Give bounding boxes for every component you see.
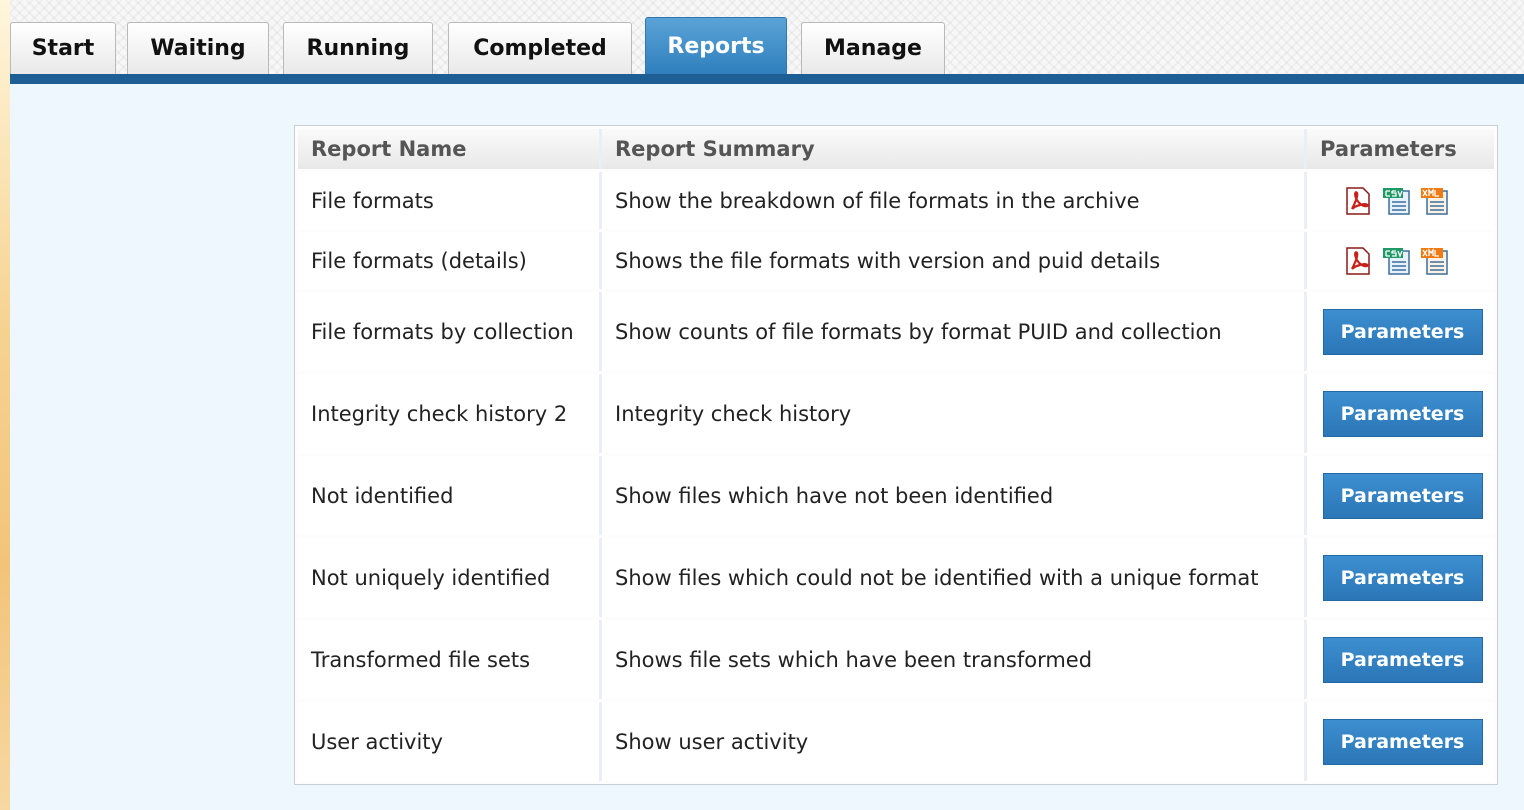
tab-start[interactable]: Start	[10, 22, 116, 74]
column-header-parameters: Parameters	[1307, 129, 1494, 169]
report-summary-cell: Shows the file formats with version and …	[602, 232, 1307, 289]
xml-icon[interactable]	[1419, 187, 1449, 215]
parameters-cell: Parameters	[1307, 538, 1494, 617]
report-name-cell[interactable]: File formats by collection	[298, 292, 602, 371]
report-summary-cell: Show files which could not be identified…	[602, 538, 1307, 617]
parameters-cell: Parameters	[1307, 456, 1494, 535]
xml-icon[interactable]	[1419, 247, 1449, 275]
reports-table: Report Name Report Summary Parameters Fi…	[294, 125, 1498, 785]
table-row: Transformed file sets Shows file sets wh…	[298, 620, 1494, 699]
report-name-cell[interactable]: Integrity check history 2	[298, 374, 602, 453]
table-row: File formats by collection Show counts o…	[298, 292, 1494, 371]
report-name-cell[interactable]: File formats (details)	[298, 232, 602, 289]
report-name-cell[interactable]: Transformed file sets	[298, 620, 602, 699]
parameters-cell: Parameters	[1307, 374, 1494, 453]
report-summary-cell: Integrity check history	[602, 374, 1307, 453]
parameters-cell	[1307, 232, 1494, 289]
table-row: Not uniquely identified Show files which…	[298, 538, 1494, 617]
background-strip	[0, 0, 10, 810]
parameters-button[interactable]: Parameters	[1322, 390, 1483, 437]
report-name-cell[interactable]: Not identified	[298, 456, 602, 535]
report-summary-cell: Shows file sets which have been transfor…	[602, 620, 1307, 699]
pdf-icon[interactable]	[1343, 246, 1373, 275]
tab-running[interactable]: Running	[283, 22, 433, 74]
report-name-cell[interactable]: Not uniquely identified	[298, 538, 602, 617]
tab-underline	[10, 74, 1524, 84]
report-summary-cell: Show user activity	[602, 702, 1307, 781]
parameters-cell: Parameters	[1307, 292, 1494, 371]
table-row: User activity Show user activity Paramet…	[298, 702, 1494, 781]
column-header-report-name: Report Name	[298, 129, 602, 169]
parameters-button[interactable]: Parameters	[1322, 718, 1483, 765]
column-header-report-summary: Report Summary	[602, 129, 1307, 169]
parameters-cell: Parameters	[1307, 620, 1494, 699]
parameters-cell: Parameters	[1307, 702, 1494, 781]
parameters-button[interactable]: Parameters	[1322, 308, 1483, 355]
tab-completed[interactable]: Completed	[448, 22, 632, 74]
table-row: Not identified Show files which have not…	[298, 456, 1494, 535]
parameters-button[interactable]: Parameters	[1322, 636, 1483, 683]
csv-icon[interactable]	[1381, 187, 1411, 215]
report-summary-cell: Show the breakdown of file formats in th…	[602, 172, 1307, 229]
parameters-button[interactable]: Parameters	[1322, 472, 1483, 519]
table-row: File formats (details) Shows the file fo…	[298, 232, 1494, 289]
tab-manage[interactable]: Manage	[801, 22, 945, 74]
report-summary-cell: Show counts of file formats by format PU…	[602, 292, 1307, 371]
table-row: File formats Show the breakdown of file …	[298, 172, 1494, 229]
table-header-row: Report Name Report Summary Parameters	[298, 129, 1494, 169]
tab-reports[interactable]: Reports	[645, 17, 787, 74]
csv-icon[interactable]	[1381, 247, 1411, 275]
parameters-cell	[1307, 172, 1494, 229]
parameters-button[interactable]: Parameters	[1322, 554, 1483, 601]
content-area: Report Name Report Summary Parameters Fi…	[10, 84, 1524, 810]
table-row: Integrity check history 2 Integrity chec…	[298, 374, 1494, 453]
tab-waiting[interactable]: Waiting	[127, 22, 269, 74]
pdf-icon[interactable]	[1343, 186, 1373, 215]
report-summary-cell: Show files which have not been identifie…	[602, 456, 1307, 535]
report-name-cell[interactable]: File formats	[298, 172, 602, 229]
report-name-cell[interactable]: User activity	[298, 702, 602, 781]
